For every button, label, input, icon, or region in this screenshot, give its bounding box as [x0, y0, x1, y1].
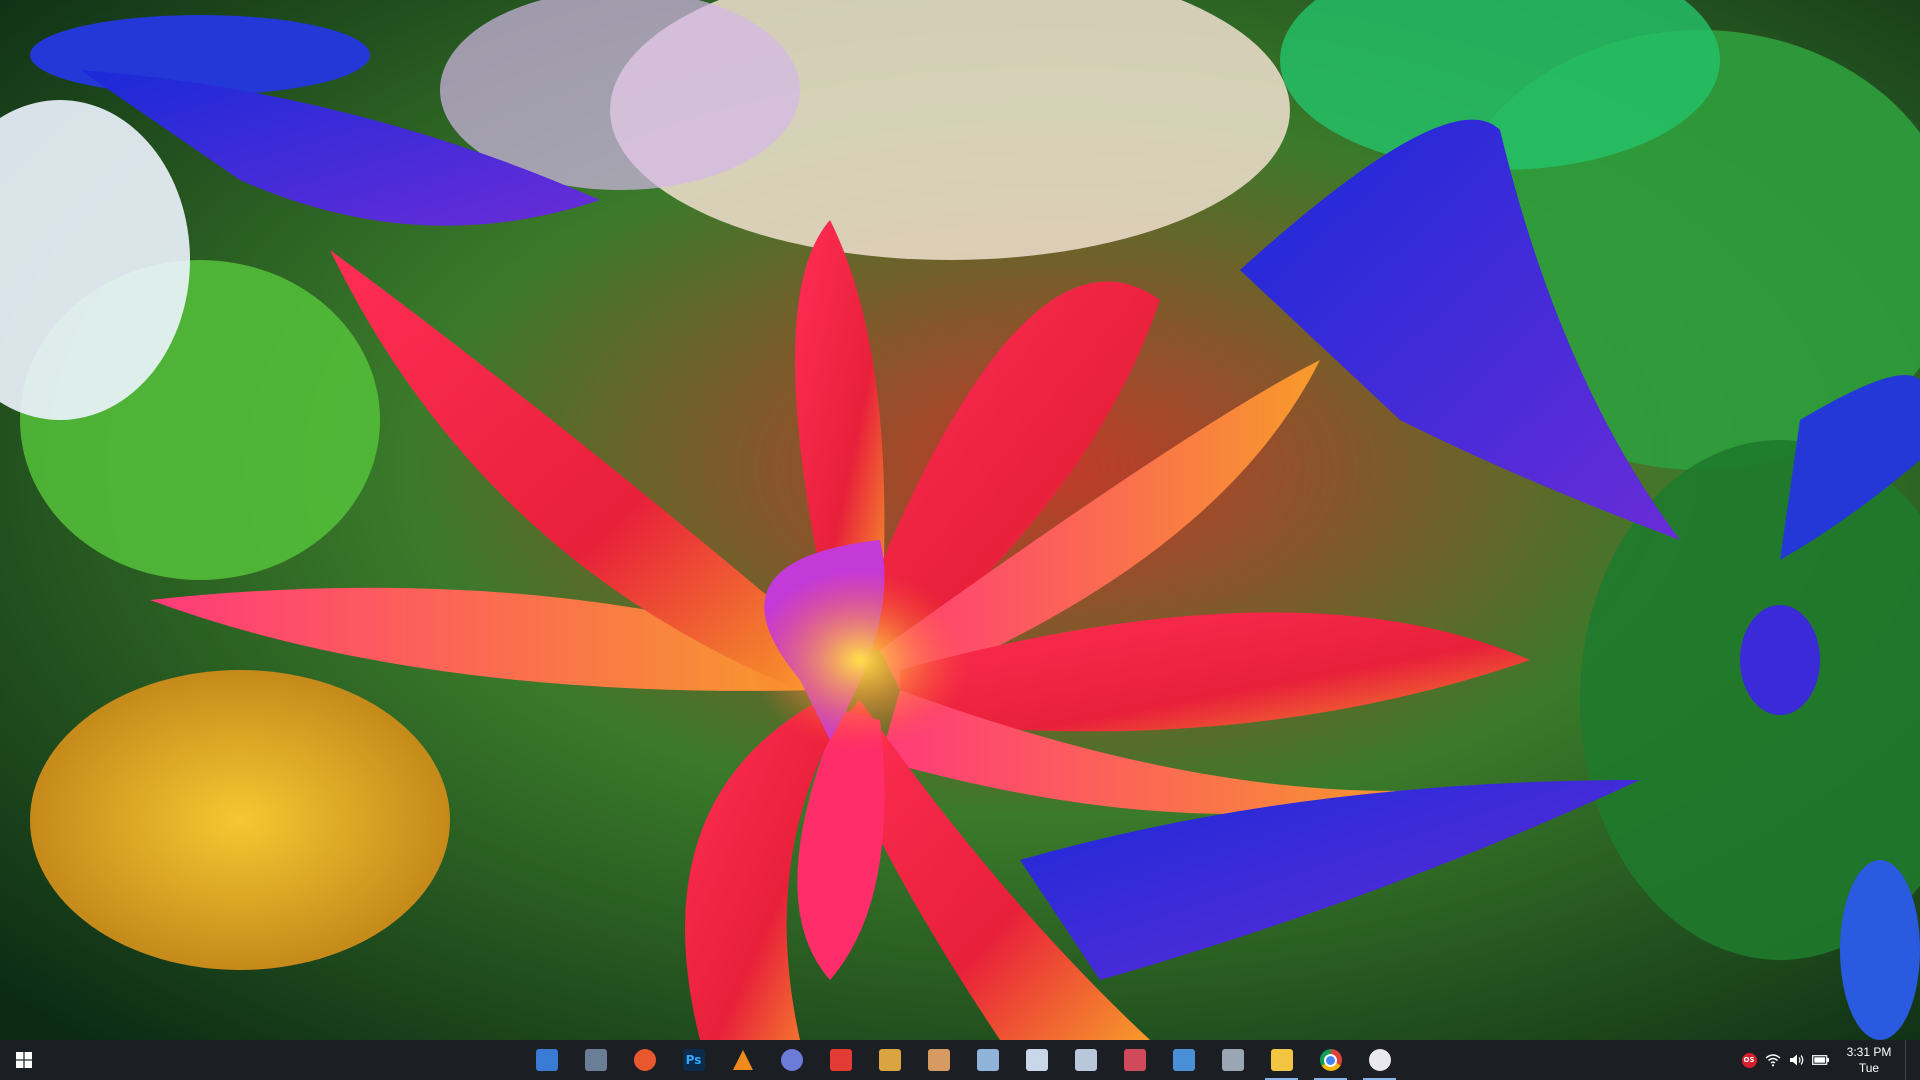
app-vlc-button[interactable]	[718, 1040, 767, 1080]
clock-time: 3:31 PM	[1846, 1045, 1892, 1059]
app-updater-button[interactable]	[522, 1040, 571, 1080]
clock-day: Tue	[1858, 1061, 1880, 1075]
photoshop-icon: Ps	[682, 1049, 705, 1071]
document-icon	[1025, 1049, 1048, 1071]
cube-icon	[584, 1049, 607, 1071]
control-panel-icon	[1172, 1049, 1195, 1071]
folder-icon	[1270, 1049, 1293, 1071]
flower-wallpaper-image	[0, 0, 1920, 1040]
volume-icon[interactable]	[1785, 1040, 1809, 1080]
battery-icon[interactable]	[1809, 1040, 1833, 1080]
palette-icon	[927, 1049, 950, 1071]
media-icon	[1123, 1049, 1146, 1071]
os-badge-label: OS	[1741, 1052, 1757, 1068]
clock[interactable]: 3:31 PM Tue	[1837, 1044, 1901, 1076]
wifi-glyph	[1765, 1054, 1781, 1067]
windows-icon	[16, 1052, 32, 1068]
taskbar: Ps OS 3:31 PM Tue	[0, 1040, 1920, 1080]
app-cube-button[interactable]	[571, 1040, 620, 1080]
blue-arrow-icon	[535, 1049, 558, 1071]
music-note-icon	[1368, 1049, 1391, 1071]
app-docs-button[interactable]	[1012, 1040, 1061, 1080]
app-palette-button[interactable]	[914, 1040, 963, 1080]
app-calendar-button[interactable]	[1061, 1040, 1110, 1080]
chrome-icon	[1319, 1049, 1342, 1071]
app-notes-button[interactable]	[963, 1040, 1012, 1080]
app-control-button[interactable]	[1159, 1040, 1208, 1080]
red-os-badge-icon[interactable]: OS	[1737, 1040, 1761, 1080]
pencil-note-icon	[878, 1049, 901, 1071]
orange-target-icon	[633, 1049, 656, 1071]
app-network-button[interactable]	[1208, 1040, 1257, 1080]
app-paint-button[interactable]	[816, 1040, 865, 1080]
speaker-glyph	[1790, 1054, 1804, 1066]
notebook-icon	[976, 1049, 999, 1071]
desktop-wallpaper	[0, 0, 1920, 1040]
app-photoshop-button[interactable]: Ps	[669, 1040, 718, 1080]
start-button[interactable]	[0, 1040, 48, 1080]
app-itunes-button[interactable]	[1355, 1040, 1404, 1080]
calendar-icon	[1074, 1049, 1097, 1071]
pinned-apps: Ps	[522, 1040, 1404, 1080]
app-explorer-button[interactable]	[1257, 1040, 1306, 1080]
app-editor-button[interactable]	[865, 1040, 914, 1080]
vlc-cone-icon	[732, 1050, 753, 1070]
wifi-icon[interactable]	[1761, 1040, 1785, 1080]
spiral-icon	[780, 1049, 803, 1071]
app-chrome-button[interactable]	[1306, 1040, 1355, 1080]
app-browser-c-button[interactable]	[767, 1040, 816, 1080]
app-media-button[interactable]	[1110, 1040, 1159, 1080]
app-daemon-button[interactable]	[620, 1040, 669, 1080]
battery-glyph	[1812, 1055, 1829, 1065]
system-tray: OS 3:31 PM Tue	[1737, 1040, 1920, 1080]
chrome-center-dot	[1324, 1053, 1337, 1067]
paint-icon	[829, 1049, 852, 1071]
network-icon	[1221, 1049, 1244, 1071]
show-desktop-button[interactable]	[1905, 1040, 1920, 1080]
